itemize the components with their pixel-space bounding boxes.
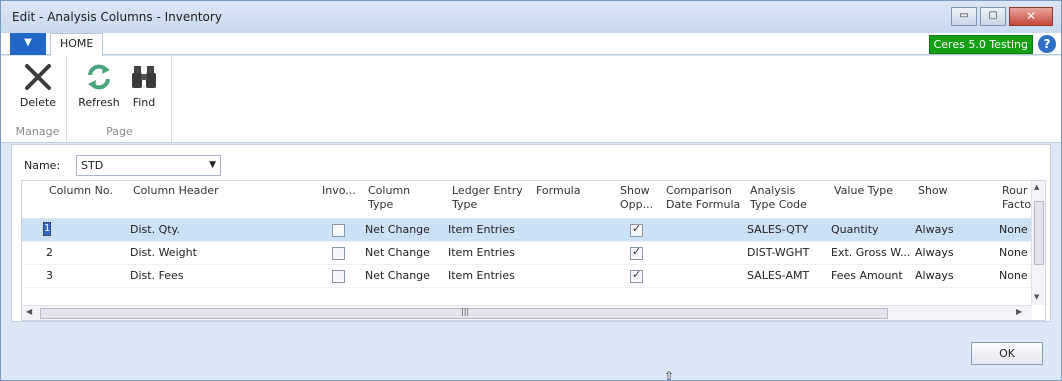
column-header-column-no[interactable]: Column No.: [49, 184, 129, 198]
vertical-scroll-thumb[interactable]: [1034, 201, 1044, 265]
close-button[interactable]: ✕: [1009, 7, 1053, 26]
content-area: Name: STD ▼ Column No. Column Header Inv…: [11, 144, 1051, 322]
table-row[interactable]: 3 Dist. Fees Net Change Item Entries SAL…: [22, 265, 1032, 288]
scroll-down-icon[interactable]: ▼: [1034, 293, 1039, 301]
ribbon-group-page: Refresh Find Page: [68, 56, 172, 142]
horizontal-scrollbar[interactable]: ◀ ||| ▶: [22, 305, 1032, 320]
chevron-down-icon[interactable]: ▼: [209, 156, 216, 175]
cell-show[interactable]: Always: [915, 269, 975, 282]
row-cursor[interactable]: 1: [43, 222, 51, 236]
cell-column-type[interactable]: Net Change: [365, 223, 445, 236]
window-controls: ▭ ▢ ✕: [948, 7, 1053, 26]
invoiced-checkbox[interactable]: [332, 270, 345, 283]
cell-ledger-entry-type[interactable]: Item Entries: [448, 246, 528, 259]
cell-analysis-type-code[interactable]: DIST-WGHT: [747, 246, 827, 259]
dialog-window: Edit - Analysis Columns - Inventory ▭ ▢ …: [0, 0, 1062, 381]
show-opposite-checkbox[interactable]: [630, 222, 643, 237]
cell-ledger-entry-type[interactable]: Item Entries: [448, 223, 528, 236]
cell-column-header[interactable]: Dist. Weight: [130, 246, 310, 259]
tab-home[interactable]: HOME: [50, 33, 104, 56]
column-header-formula[interactable]: Formula: [536, 184, 606, 198]
ribbon-group-manage: Delete Manage: [9, 56, 67, 142]
delete-button[interactable]: Delete: [13, 62, 63, 109]
refresh-icon: [84, 62, 114, 92]
name-select[interactable]: STD ▼: [76, 155, 221, 176]
cell-column-header[interactable]: Dist. Qty.: [130, 223, 310, 236]
cell-analysis-type-code[interactable]: SALES-AMT: [747, 269, 827, 282]
invoiced-checkbox[interactable]: [332, 224, 345, 237]
refresh-button[interactable]: Refresh: [74, 62, 124, 109]
cell-column-no[interactable]: 2: [46, 246, 86, 259]
cell-column-type[interactable]: Net Change: [365, 269, 445, 282]
cell-rounding-factor[interactable]: None: [999, 269, 1032, 282]
app-menu-button[interactable]: ▼: [10, 33, 46, 55]
refresh-label: Refresh: [78, 96, 120, 109]
horizontal-scroll-thumb[interactable]: |||: [40, 307, 888, 319]
column-header-rounding-factor[interactable]: Rour Facto: [1002, 184, 1032, 212]
title-bar: Edit - Analysis Columns - Inventory ▭ ▢ …: [1, 1, 1061, 33]
scroll-up-icon[interactable]: ▲: [1034, 183, 1039, 191]
column-header-column-header[interactable]: Column Header: [133, 184, 313, 198]
show-opposite-checkbox[interactable]: [630, 268, 643, 283]
scroll-grip-icon: |||: [461, 307, 470, 316]
cell-value-type[interactable]: Quantity: [831, 223, 911, 236]
cell-show[interactable]: Always: [915, 223, 975, 236]
cell-rounding-factor[interactable]: None: [999, 223, 1032, 236]
help-icon[interactable]: ?: [1038, 35, 1056, 53]
cell-column-header[interactable]: Dist. Fees: [130, 269, 310, 282]
cell-value-type[interactable]: Fees Amount: [831, 269, 911, 282]
column-header-show[interactable]: Show: [918, 184, 968, 198]
delete-label: Delete: [19, 96, 57, 109]
table-row[interactable]: 2 Dist. Weight Net Change Item Entries D…: [22, 242, 1032, 265]
column-header-comparison-date-formula[interactable]: Comparison Date Formula: [666, 184, 746, 212]
column-header-show-opposite[interactable]: Show Opp...: [620, 184, 660, 212]
cell-column-type[interactable]: Net Change: [365, 246, 445, 259]
column-header-ledger-entry-type[interactable]: Ledger Entry Type: [452, 184, 532, 212]
analysis-columns-grid: Column No. Column Header Invo... Column …: [21, 180, 1046, 321]
minimize-button[interactable]: ▭: [951, 7, 977, 26]
cell-value-type[interactable]: Ext. Gross W...: [831, 246, 911, 259]
find-button[interactable]: Find: [124, 62, 164, 109]
show-opposite-checkbox[interactable]: [630, 245, 643, 260]
cell-rounding-factor[interactable]: None: [999, 246, 1032, 259]
name-value: STD: [81, 159, 104, 172]
resize-pointer-icon: ⇧: [664, 369, 675, 381]
company-badge[interactable]: Ceres 5.0 Testing: [928, 35, 1033, 54]
vertical-scrollbar[interactable]: ▲ ▼: [1031, 181, 1045, 305]
column-header-column-type[interactable]: Column Type: [368, 184, 428, 212]
ribbon-tab-bar: ▼ HOME Ceres 5.0 Testing ?: [1, 33, 1061, 56]
ok-button[interactable]: OK: [971, 342, 1043, 365]
scroll-right-icon[interactable]: ▶: [1016, 307, 1022, 316]
grid-header: Column No. Column Header Invo... Column …: [22, 181, 1032, 219]
cell-show[interactable]: Always: [915, 246, 975, 259]
cell-analysis-type-code[interactable]: SALES-QTY: [747, 223, 827, 236]
maximize-button[interactable]: ▢: [980, 7, 1006, 26]
column-header-analysis-type-code[interactable]: Analysis Type Code: [750, 184, 820, 212]
column-header-invoiced[interactable]: Invo...: [322, 184, 362, 198]
ribbon: Delete Manage Refresh Find Page: [1, 56, 1061, 143]
find-label: Find: [132, 96, 156, 109]
binoculars-icon: [129, 62, 159, 92]
delete-x-icon: [23, 62, 53, 92]
cell-column-no[interactable]: 3: [46, 269, 86, 282]
name-label: Name:: [24, 159, 61, 172]
ribbon-group-label-manage: Manage: [15, 125, 60, 138]
cell-ledger-entry-type[interactable]: Item Entries: [448, 269, 528, 282]
invoiced-checkbox[interactable]: [332, 247, 345, 260]
scroll-left-icon[interactable]: ◀: [26, 307, 32, 316]
table-row[interactable]: 1 Dist. Qty. Net Change Item Entries SAL…: [22, 219, 1032, 242]
window-title: Edit - Analysis Columns - Inventory: [12, 10, 222, 24]
ribbon-group-label-page: Page: [106, 125, 133, 138]
column-header-value-type[interactable]: Value Type: [834, 184, 904, 198]
